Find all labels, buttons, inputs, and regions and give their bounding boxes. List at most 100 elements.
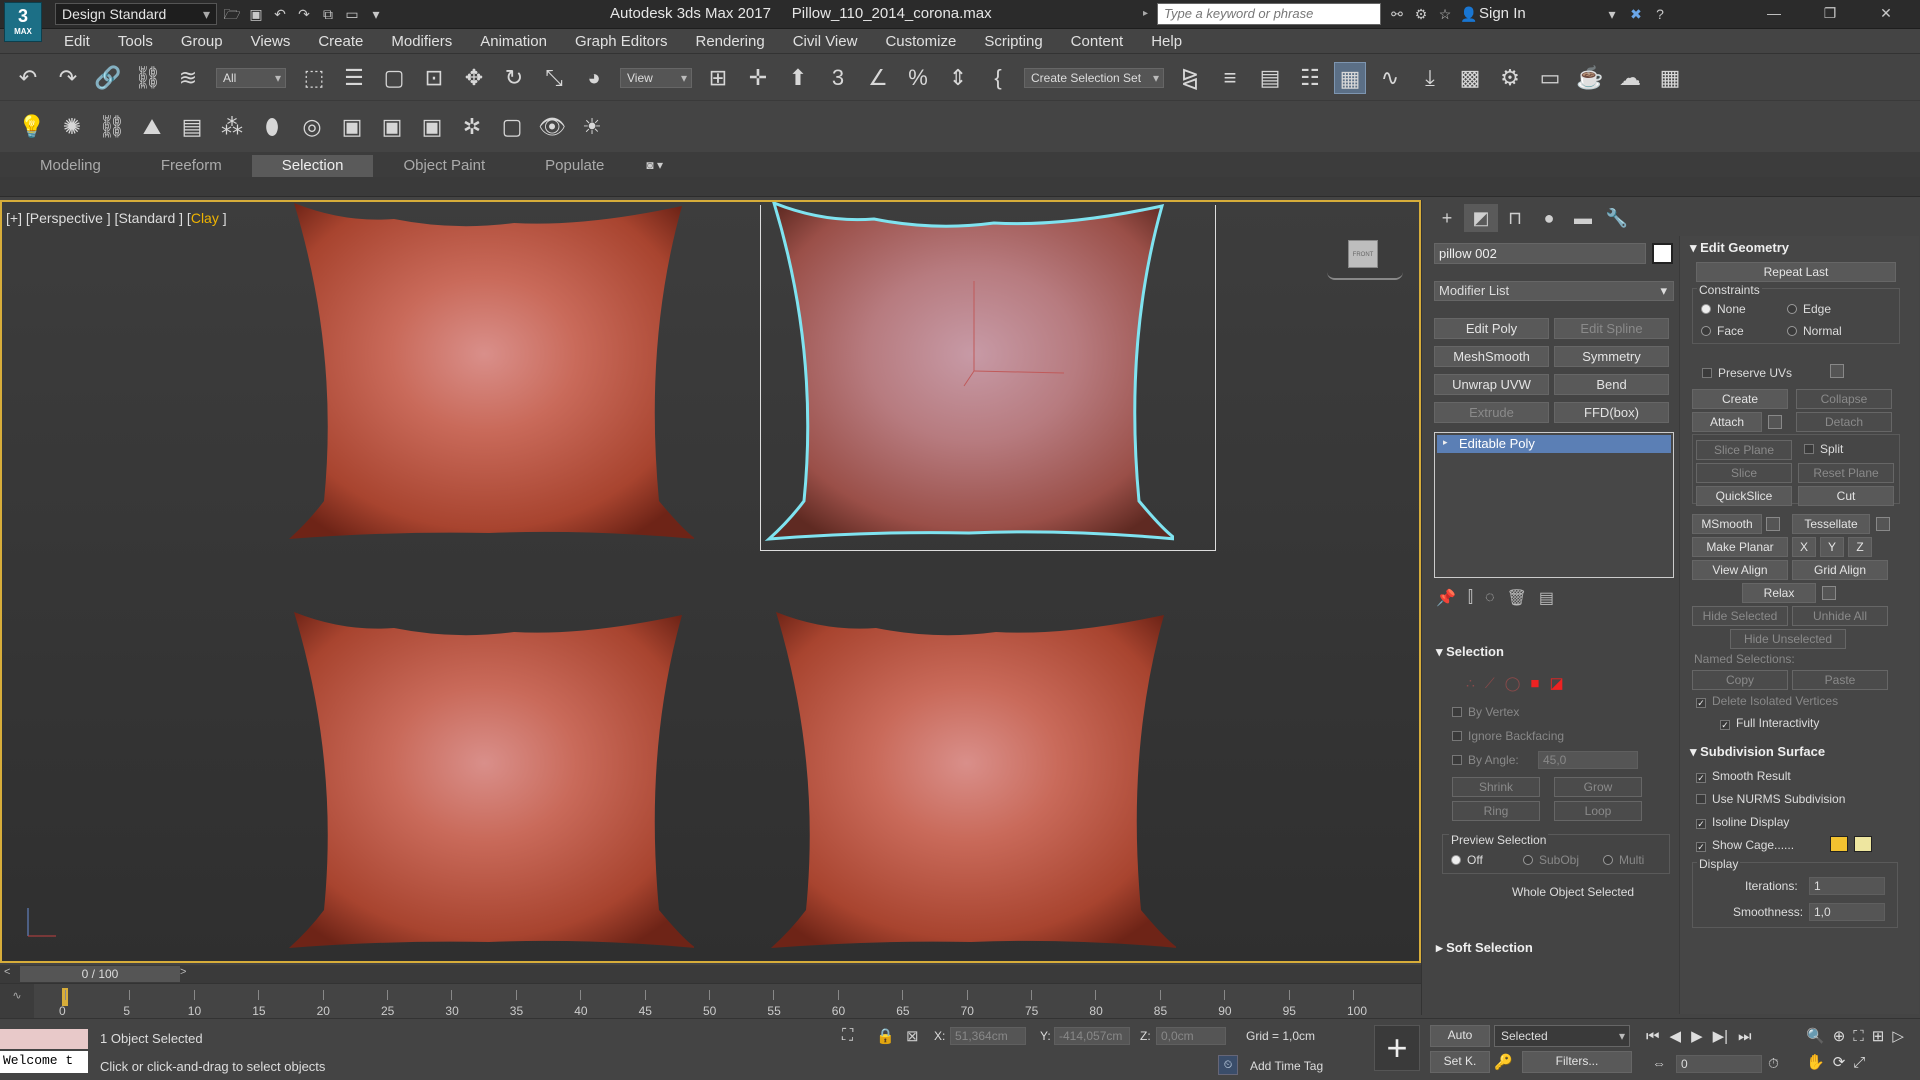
menu-civil-view[interactable]: Civil View (779, 29, 872, 54)
msmooth-button[interactable]: MSmooth (1692, 514, 1762, 534)
show-end-result-icon[interactable]: ⫿ (1468, 589, 1473, 607)
modifier-button-extrude[interactable]: Extrude (1434, 402, 1549, 423)
z-coordinate-field[interactable]: 0,0cm (1156, 1027, 1226, 1045)
folder-icon[interactable]: ▭ (340, 3, 364, 25)
zoom-extents-all-icon[interactable]: ⊞ (1872, 1027, 1885, 1045)
hierarchy-tab-icon[interactable]: ⊓ (1498, 204, 1532, 232)
constraint-normal-radio[interactable]: Normal (1787, 324, 1842, 338)
mirror-icon[interactable]: ⧎ (1174, 62, 1206, 94)
grid-align-button[interactable]: Grid Align (1792, 560, 1888, 580)
bulb-icon[interactable]: ☀ (576, 111, 608, 143)
make-unique-icon[interactable]: ◌ (1485, 589, 1495, 607)
slice-plane-button[interactable]: Slice Plane (1696, 440, 1792, 460)
menu-tools[interactable]: Tools (104, 29, 167, 54)
ribbon-tab-modeling[interactable]: Modeling (10, 155, 131, 177)
key-filter-dropdown[interactable]: Selected (1494, 1025, 1630, 1047)
next-frame-arrow-icon[interactable]: > (180, 966, 186, 978)
viewport-label[interactable]: [+] [Perspective ] [Standard ] [Clay ] (6, 210, 227, 226)
full-interactivity-checkbox[interactable]: ✓ Full Interactivity (1720, 716, 1819, 730)
collapse-button[interactable]: Collapse (1796, 389, 1892, 409)
remove-modifier-icon[interactable]: 🗑 (1507, 588, 1527, 608)
element-level-icon[interactable]: ◪ (1549, 674, 1563, 692)
zoom-extents-icon[interactable]: ⛶ (1853, 1028, 1864, 1045)
percent-snap-icon[interactable]: % (902, 62, 934, 94)
selection-filter-dropdown[interactable]: All (216, 67, 286, 88)
absolute-mode-icon[interactable]: ⊠ (906, 1027, 919, 1045)
sign-in-link[interactable]: Sign In (1479, 5, 1526, 22)
snaps-toggle-icon[interactable]: 3 (822, 62, 854, 94)
perspective-viewport[interactable]: [+] [Perspective ] [Standard ] [Clay ] F… (0, 200, 1421, 963)
preview-subobj-radio[interactable]: SubObj (1523, 853, 1579, 867)
slice-button[interactable]: Slice (1696, 463, 1792, 483)
tessellate-button[interactable]: Tessellate (1792, 514, 1870, 534)
pivot-icon[interactable]: ⊞ (702, 62, 734, 94)
cut-button[interactable]: Cut (1798, 486, 1894, 506)
project-icon[interactable]: ⧉ (316, 3, 340, 25)
use-nurms-checkbox[interactable]: Use NURMS Subdivision (1696, 792, 1845, 806)
view-align-button[interactable]: View Align (1692, 560, 1788, 580)
polygon-level-icon[interactable]: ■ (1530, 675, 1539, 692)
current-frame-field[interactable]: 0 (1676, 1055, 1762, 1073)
split-checkbox[interactable]: Split (1804, 442, 1843, 456)
ring-button[interactable]: Ring (1452, 801, 1540, 821)
isoline-display-checkbox[interactable]: ✓ Isoline Display (1696, 815, 1789, 829)
scene-explorer-icon[interactable]: ▤ (1254, 62, 1286, 94)
planar-z-button[interactable]: Z (1848, 537, 1872, 557)
ribbon-options-icon[interactable]: ◙ ▾ (646, 158, 663, 172)
maximize-viewport-icon[interactable]: ⤢ (1853, 1054, 1865, 1071)
redo-icon[interactable]: ↷ (292, 3, 316, 25)
scale-icon[interactable]: ⤡ (538, 62, 570, 94)
stack-item-editable-poly[interactable]: Editable Poly (1437, 435, 1671, 453)
zoom-icon[interactable]: 🔍 (1806, 1027, 1825, 1045)
open-icon[interactable]: 🗁 (220, 3, 244, 25)
time-tag-icon[interactable]: ⏲ (1218, 1055, 1238, 1075)
viewport-label-prefix[interactable]: [+] [Perspective ] [Standard ] [ (6, 210, 191, 226)
star-icon[interactable]: ☆ (1433, 3, 1457, 25)
modifier-button-bend[interactable]: Bend (1554, 374, 1669, 395)
select-object-icon[interactable]: ⬚ (298, 62, 330, 94)
modifier-button-edit-spline[interactable]: Edit Spline (1554, 318, 1669, 339)
align-icon[interactable]: ≡ (1214, 62, 1246, 94)
angle-snap-icon[interactable]: ∠ (862, 62, 894, 94)
prev-frame-arrow-icon[interactable]: < (4, 966, 10, 978)
hide-selected-button[interactable]: Hide Selected (1692, 606, 1788, 626)
pin-stack-icon[interactable]: 📌 (1436, 588, 1456, 608)
converter-icon[interactable]: ◎ (296, 111, 328, 143)
preserve-uvs-checkbox[interactable]: Preserve UVs (1702, 366, 1792, 380)
planar-y-button[interactable]: Y (1820, 537, 1844, 557)
restore-icon[interactable]: ❐ (1802, 2, 1858, 24)
modifier-button-symmetry[interactable]: Symmetry (1554, 346, 1669, 367)
pan-icon[interactable]: ✋ (1806, 1053, 1825, 1071)
unlink-icon[interactable]: ⛓ (132, 62, 164, 94)
menu-modifiers[interactable]: Modifiers (377, 29, 466, 54)
search-input[interactable]: Type a keyword or phrase (1157, 3, 1381, 25)
scatter-icon[interactable]: ⛰ (136, 111, 168, 143)
play-icon[interactable]: ▶ (1691, 1027, 1703, 1045)
customize-icon[interactable]: ▾ (364, 3, 388, 25)
a360-gallery-icon[interactable]: ▦ (1654, 62, 1686, 94)
menu-graph-editors[interactable]: Graph Editors (561, 29, 682, 54)
save-icon[interactable]: ▣ (244, 3, 268, 25)
rendered-frame-icon[interactable]: ▭ (1534, 62, 1566, 94)
exchange-apps-icon[interactable]: ✖ (1624, 3, 1648, 25)
create-tab-icon[interactable]: + (1430, 204, 1464, 232)
proxy-icon[interactable]: ▤ (176, 111, 208, 143)
sun-icon[interactable]: ✺ (56, 111, 88, 143)
constraint-face-radio[interactable]: Face (1701, 324, 1744, 338)
cage-color-swatch[interactable] (1830, 836, 1848, 852)
display-tab-icon[interactable]: ▬ (1566, 204, 1600, 232)
close-icon[interactable]: ✕ (1858, 2, 1914, 24)
create-button[interactable]: Create (1692, 389, 1788, 409)
filters-button[interactable]: Filters... (1522, 1051, 1632, 1073)
viewcube[interactable]: FRONT (1348, 240, 1378, 268)
app-logo[interactable]: 3 MAX (4, 2, 42, 42)
by-angle-checkbox[interactable]: By Angle: (1452, 753, 1519, 767)
border-level-icon[interactable]: ◯ (1505, 675, 1521, 692)
menu-content[interactable]: Content (1057, 29, 1138, 54)
time-slider[interactable]: 0 / 100 (20, 966, 180, 982)
object-name-field[interactable]: pillow 002 (1434, 243, 1646, 264)
constraint-edge-radio[interactable]: Edge (1787, 302, 1831, 316)
utilities-tab-icon[interactable]: 🔧 (1600, 204, 1634, 232)
object-color-swatch[interactable] (1652, 243, 1673, 264)
window-crossing-icon[interactable]: ⊡ (418, 62, 450, 94)
